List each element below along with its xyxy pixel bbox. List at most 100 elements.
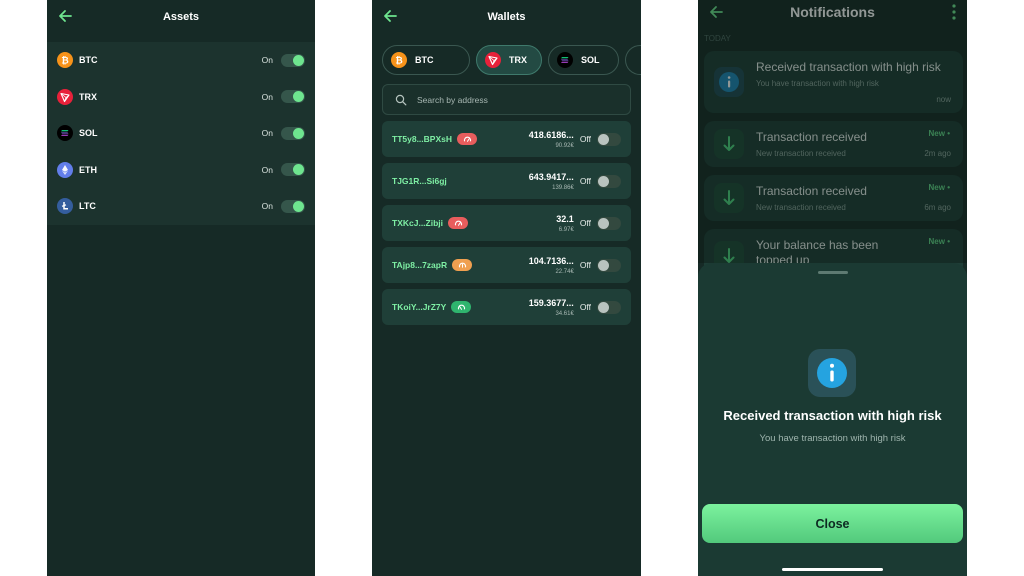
bottom-sheet: Received transaction with high risk You … (698, 263, 967, 576)
toggle-state-label: Off (579, 176, 591, 186)
toggle-state-label: On (261, 201, 273, 212)
wallet-address: TAjp8...7zapR (392, 260, 448, 270)
toggle-state-label: On (261, 55, 273, 66)
wallet-fiat-value: 139.86€ (552, 184, 574, 191)
toggle-knob (598, 301, 609, 313)
wallet-balance: 418.6186... 90.92€ (529, 130, 574, 149)
toggle-knob (598, 217, 609, 229)
chip-label: BTC (415, 55, 434, 65)
back-arrow-icon[interactable] (706, 2, 726, 22)
toggle-knob (293, 200, 304, 212)
asset-toggle[interactable] (281, 163, 305, 177)
sheet-drag-handle[interactable] (818, 271, 848, 274)
risk-low-icon (451, 301, 472, 313)
wallet-toggle[interactable] (597, 300, 621, 314)
wallets-screen: Wallets ₿ BTC TRX SOL TT5y8...BP (372, 0, 641, 576)
notifications-header: Notifications (698, 0, 967, 24)
toggle-state-label: Off (579, 302, 591, 312)
asset-toggle[interactable] (281, 126, 305, 140)
asset-toggle[interactable] (281, 90, 305, 104)
search-icon (395, 94, 407, 106)
new-badge: New • (928, 129, 950, 138)
sol-icon (557, 52, 573, 68)
asset-name: ETH (79, 164, 97, 175)
notification-subtitle: You have transaction with high risk (756, 79, 879, 88)
wallet-row[interactable]: TXKcJ...Zibji 32.1 6.97€ Off (382, 205, 631, 241)
chip-btc[interactable]: ₿ BTC (382, 45, 470, 75)
chip-label: SOL (581, 55, 600, 65)
chip-more[interactable] (625, 45, 641, 75)
notification-item[interactable]: Transaction received New transaction rec… (704, 175, 963, 221)
wallet-amount: 418.6186... (528, 129, 574, 140)
toggle-knob (598, 133, 609, 145)
assets-header: Assets (47, 0, 315, 34)
wallet-row[interactable]: TT5y8...BPXsH 418.6186... 90.92€ Off (382, 121, 631, 157)
asset-name: LTC (79, 201, 96, 212)
risk-high-icon (457, 133, 477, 145)
wallet-fiat-value: 90.92€ (555, 142, 574, 149)
asset-name: BTC (79, 55, 98, 66)
chip-sol[interactable]: SOL (548, 45, 619, 75)
page-title: Notifications (790, 4, 875, 20)
chip-label: TRX (509, 55, 527, 65)
wallet-toggle[interactable] (597, 174, 621, 188)
wallet-toggle[interactable] (597, 132, 621, 146)
asset-row-btc: ₿ BTC On (47, 42, 315, 79)
notification-item[interactable]: Received transaction with high risk You … (704, 51, 963, 113)
wallet-address: TKoiY...JrZ7Y (392, 302, 447, 312)
notification-item[interactable]: Transaction received New transaction rec… (704, 121, 963, 167)
back-arrow-icon[interactable] (380, 6, 400, 26)
wallet-row[interactable]: TJG1R...Si6gj 643.9417... 139.86€ Off (382, 163, 631, 199)
risk-high-icon (448, 217, 469, 229)
asset-row-trx: TRX On (47, 79, 315, 116)
wallet-row[interactable]: TKoiY...JrZ7Y 159.3677... 34.61€ Off (382, 289, 631, 325)
search-bar (382, 84, 631, 115)
risk-medium-icon (452, 259, 473, 271)
asset-toggle[interactable] (281, 53, 305, 67)
wallet-amount: 643.9417... (528, 171, 574, 182)
eth-icon (57, 161, 73, 178)
btc-icon: ₿ (391, 52, 407, 68)
asset-name: SOL (79, 128, 98, 139)
asset-row-ltc: LTC On (47, 188, 315, 225)
back-arrow-icon[interactable] (55, 6, 75, 26)
new-badge: New • (928, 237, 950, 246)
toggle-state-label: On (261, 91, 273, 102)
close-button[interactable]: Close (702, 504, 963, 543)
wallet-amount: 159.3677... (528, 297, 574, 308)
arrow-down-icon (714, 183, 744, 213)
trx-icon (485, 52, 501, 68)
arrow-down-icon (714, 129, 744, 159)
toggle-state-label: On (261, 164, 273, 175)
wallets-header: Wallets (372, 0, 641, 34)
wallet-balance: 159.3677... 34.61€ (529, 298, 574, 317)
new-badge: New • (928, 183, 950, 192)
wallet-address: TT5y8...BPXsH (392, 134, 452, 144)
assets-screen: Assets ₿ BTC On TRX On SOL On ETH On LTC… (47, 0, 315, 576)
more-options-icon[interactable] (949, 3, 959, 21)
notifications-screen: Notifications TODAY Received transaction… (698, 0, 967, 576)
wallet-fiat-value: 34.61€ (555, 310, 574, 317)
wallet-row[interactable]: TAjp8...7zapR 104.7136... 22.74€ Off (382, 247, 631, 283)
search-input[interactable] (417, 94, 617, 105)
section-label-today: TODAY (704, 34, 731, 43)
sol-icon (57, 125, 73, 142)
info-icon (808, 349, 856, 397)
trx-icon (57, 88, 73, 105)
chip-trx[interactable]: TRX (476, 45, 542, 75)
wallet-balance: 104.7136... 22.74€ (529, 256, 574, 275)
wallet-balance: 32.1 6.97€ (556, 214, 574, 233)
notification-title: Transaction received (756, 130, 867, 144)
wallet-toggle[interactable] (597, 258, 621, 272)
wallet-toggle[interactable] (597, 216, 621, 230)
ltc-icon (57, 198, 73, 215)
sheet-title: Received transaction with high risk (723, 408, 942, 423)
toggle-state-label: On (261, 128, 273, 139)
notification-title: Transaction received (756, 184, 867, 198)
asset-name: TRX (79, 91, 97, 102)
btc-icon: ₿ (57, 52, 73, 69)
wallet-amount: 32.1 (556, 213, 574, 224)
toggle-knob (598, 259, 609, 271)
wallet-address: TXKcJ...Zibji (392, 218, 444, 228)
asset-toggle[interactable] (281, 199, 305, 213)
